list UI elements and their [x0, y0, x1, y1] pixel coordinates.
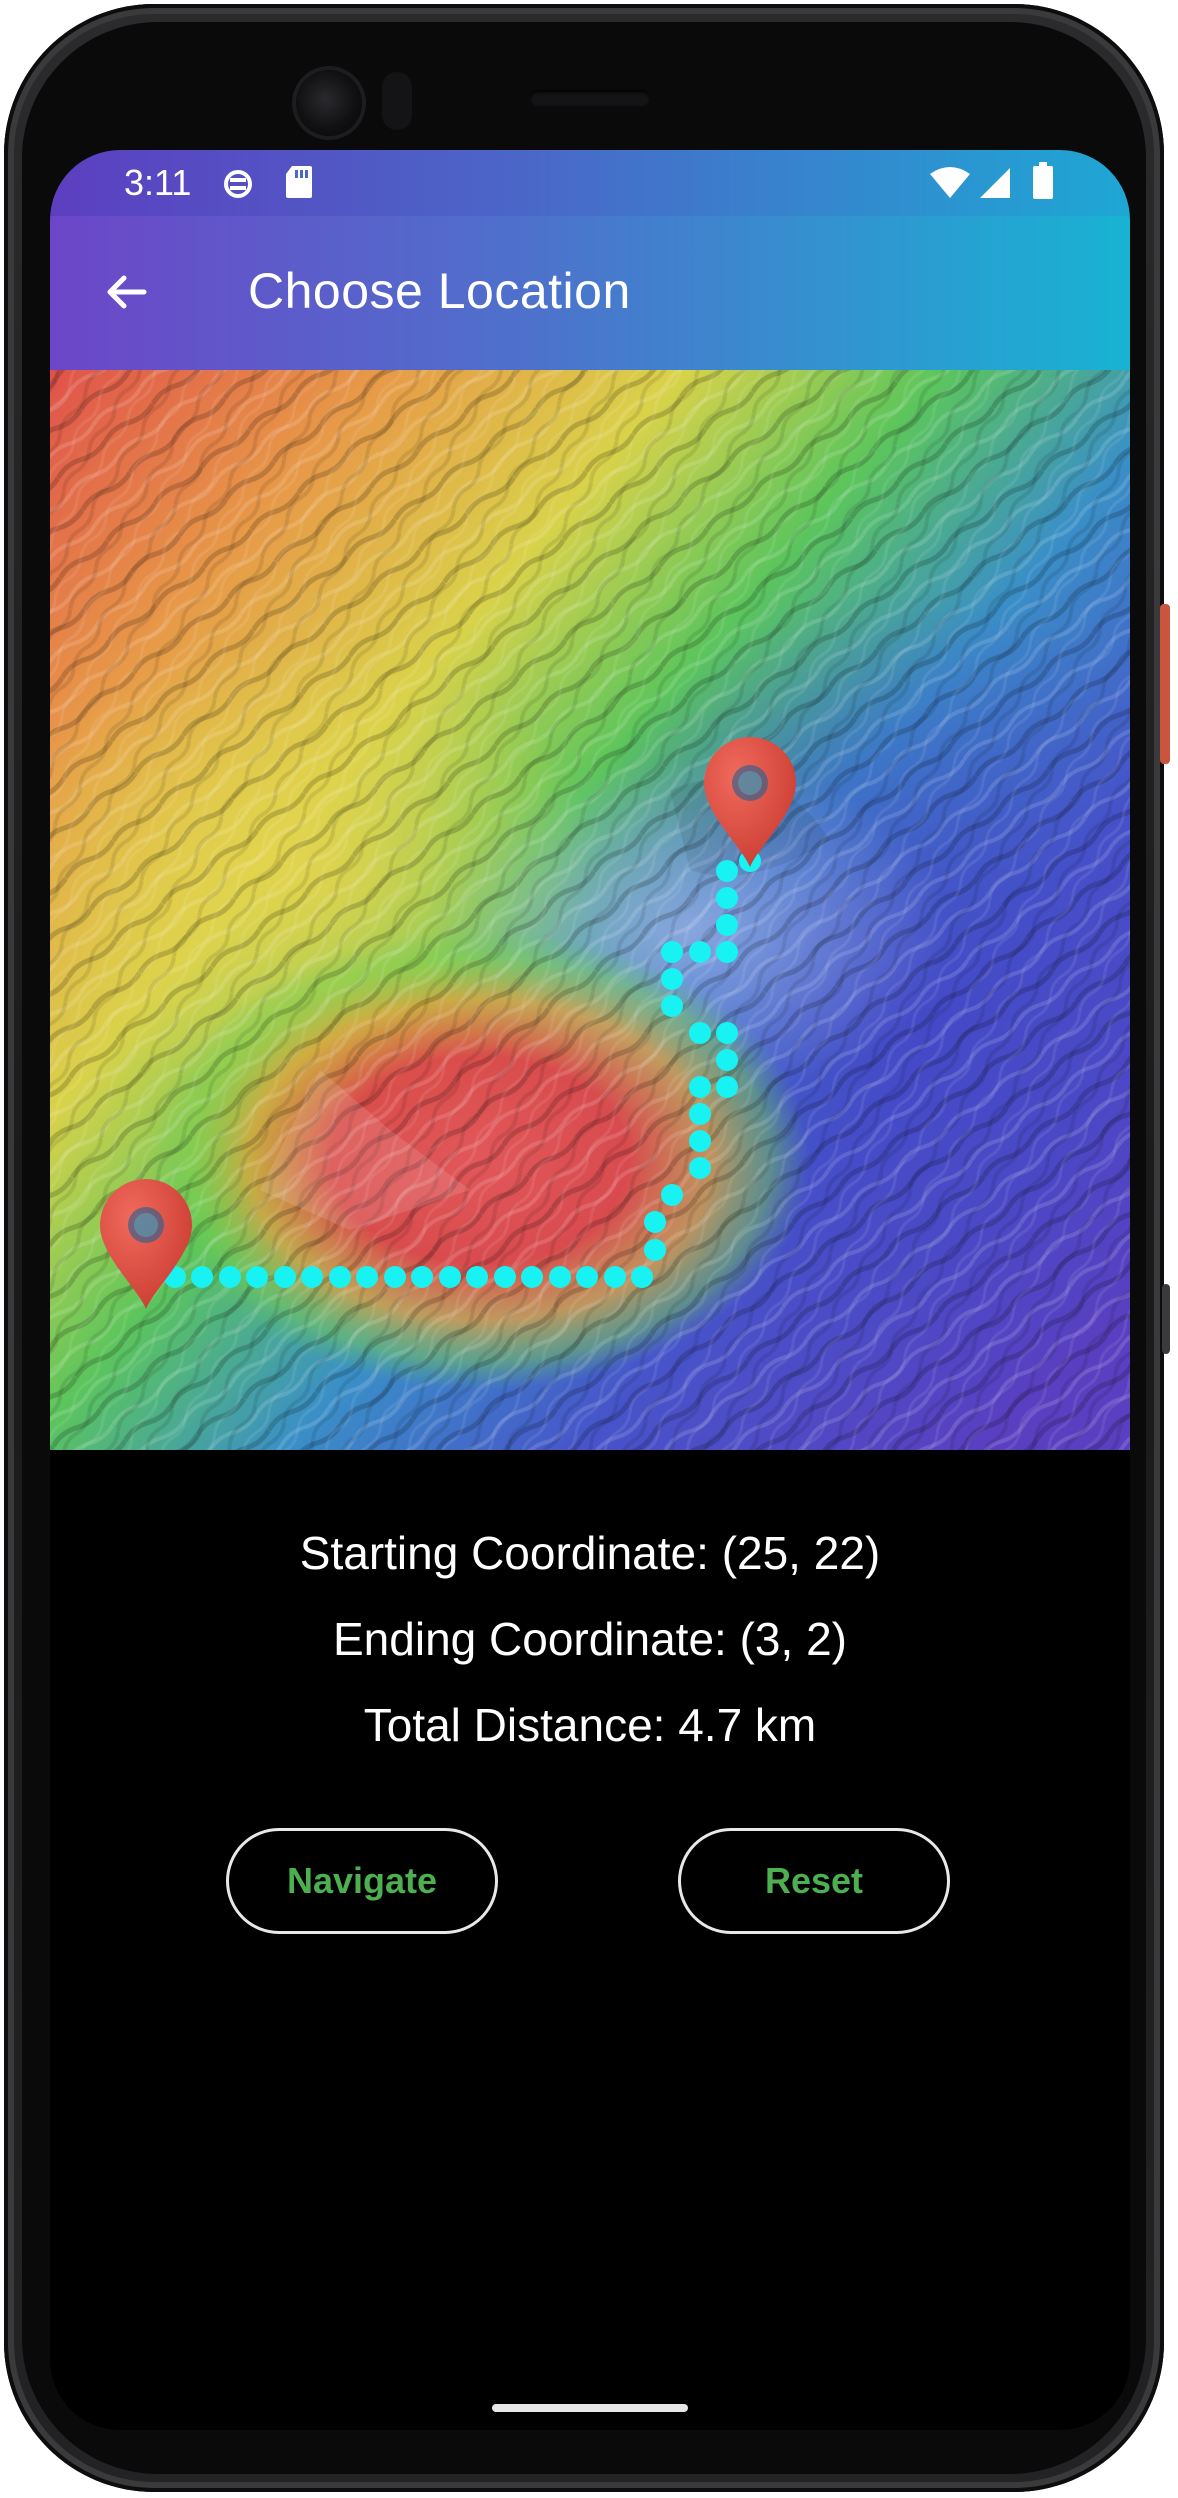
status-time: 3:11	[124, 162, 192, 203]
sd-card-icon	[284, 164, 314, 205]
camera-sensor	[382, 72, 412, 130]
screen: 3:11 Choose Location Starting Coordinate…	[50, 150, 1130, 2430]
ending-coordinate: Ending Coordinate: (3, 2)	[333, 1613, 847, 1665]
total-distance: Total Distance: 4.7 km	[363, 1699, 817, 1751]
phone-frame: 3:11 Choose Location Starting Coordinate…	[4, 4, 1170, 2492]
reset-button[interactable]: Reset	[678, 1828, 950, 1934]
status-bar: 3:11	[50, 150, 1130, 216]
app-bar: Choose Location	[50, 216, 1130, 370]
back-button[interactable]	[90, 256, 162, 328]
home-indicator[interactable]	[492, 2404, 688, 2412]
wifi-icon	[930, 166, 970, 205]
route-info: Starting Coordinate: (25, 22) Ending Coo…	[50, 1510, 1130, 1768]
front-camera	[296, 70, 362, 136]
arrow-back-icon	[107, 275, 147, 309]
terrain-map[interactable]	[50, 370, 1130, 1450]
signal-icon	[978, 166, 1012, 205]
power-button	[1160, 604, 1170, 764]
navigate-button[interactable]: Navigate	[226, 1828, 498, 1934]
battery-icon	[1032, 162, 1054, 205]
volume-button	[1162, 1284, 1170, 1354]
vpn-key-icon	[220, 164, 256, 209]
starting-coordinate: Starting Coordinate: (25, 22)	[299, 1527, 881, 1579]
earpiece-speaker	[530, 90, 650, 106]
page-title: Choose Location	[248, 263, 631, 319]
